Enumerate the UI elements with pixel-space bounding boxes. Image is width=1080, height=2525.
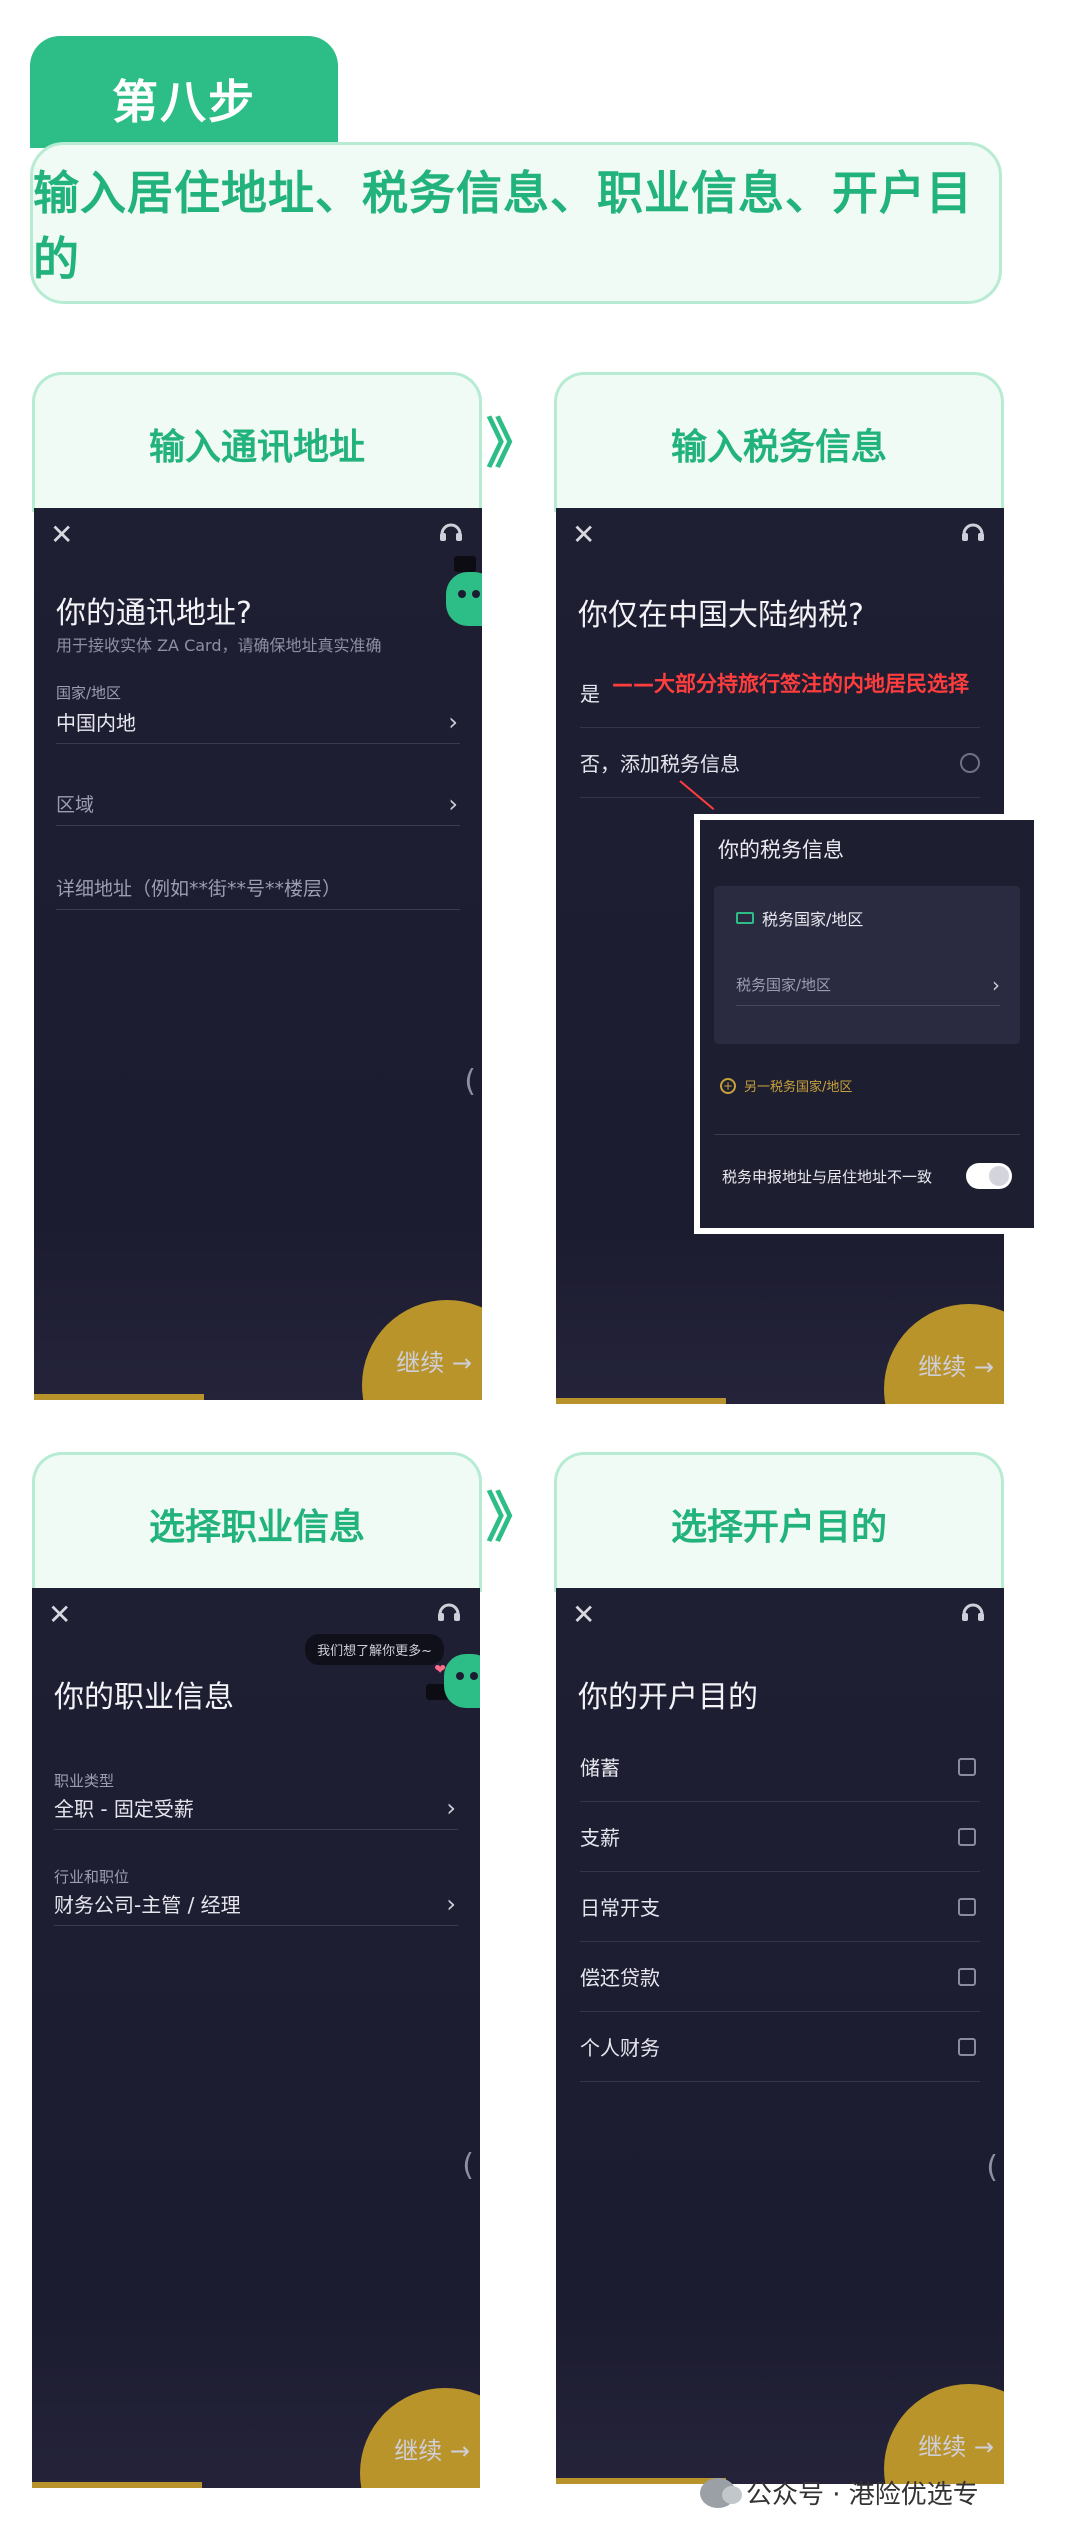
popup-title: 你的税务信息	[718, 838, 844, 862]
industry-value: 财务公司-主管 / 经理	[54, 1893, 241, 1917]
scroll-handle[interactable]: (	[464, 1064, 476, 1099]
page-subtitle: 用于接收实体 ZA Card，请确保地址真实准确	[56, 636, 382, 655]
screen-purpose: ✕ 你的开户目的 储蓄 支薪 日常开支 偿还贷款 个人财务 ( 继续 →	[556, 1588, 1004, 2484]
chevron-right-icon: ›	[448, 789, 458, 818]
job-type-field[interactable]: 全职 - 固定受薪 ›	[54, 1786, 458, 1830]
job-type-value: 全职 - 固定受薪	[54, 1797, 194, 1821]
chat-bubble: 我们想了解你更多~	[305, 1634, 444, 1665]
continue-button[interactable]: 继续 →	[918, 2427, 994, 2462]
plus-icon: +	[720, 1077, 736, 1094]
option-yes-label: 是	[580, 682, 600, 706]
double-chevron-right-icon: 》	[486, 1486, 540, 1549]
close-icon[interactable]: ✕	[572, 1598, 595, 1631]
panel-label-purpose: 选择开户目的	[554, 1452, 1004, 1592]
scroll-handle[interactable]: (	[462, 2148, 474, 2183]
progress-bar	[556, 1398, 726, 1404]
purpose-option[interactable]: 偿还贷款	[580, 1942, 980, 2012]
divider	[714, 1134, 1020, 1135]
checkbox[interactable]	[958, 2037, 976, 2056]
country-value: 中国内地	[56, 711, 136, 735]
checkbox[interactable]	[958, 1827, 976, 1846]
district-value: 区域	[56, 794, 95, 816]
scroll-handle[interactable]: (	[986, 2150, 998, 2185]
close-icon[interactable]: ✕	[48, 1598, 71, 1631]
page-title: 你仅在中国大陆纳税?	[578, 598, 864, 633]
tax-country-select[interactable]: 税务国家/地区 ›	[736, 964, 1000, 1006]
tax-country-placeholder: 税务国家/地区	[736, 976, 832, 994]
chevron-right-icon: ›	[992, 972, 1000, 997]
purpose-option[interactable]: 支薪	[580, 1802, 980, 1872]
detail-address-input[interactable]: 详细地址（例如**街**号**楼层）	[56, 866, 460, 910]
district-field[interactable]: 区域 ›	[56, 782, 460, 826]
annotation-text: ——大部分持旅行签注的内地居民选择	[612, 672, 969, 696]
purpose-option-label: 支薪	[580, 1826, 620, 1850]
option-no-label: 否，添加税务信息	[580, 752, 740, 776]
address-mismatch-row: 税务申报地址与居住地址不一致	[722, 1156, 1012, 1196]
add-tax-country-label: 另一税务国家/地区	[744, 1080, 853, 1095]
card-head: 税务国家/地区	[736, 906, 863, 930]
panel-label-occupation: 选择职业信息	[32, 1452, 482, 1592]
purpose-option-label: 个人财务	[580, 2036, 660, 2060]
checkbox[interactable]	[958, 1757, 976, 1776]
chevron-right-icon: ›	[448, 707, 458, 736]
add-tax-country-button[interactable]: + 另一税务国家/地区	[720, 1076, 852, 1095]
hat-icon	[454, 556, 476, 572]
purpose-option[interactable]: 日常开支	[580, 1872, 980, 1942]
tax-option-no[interactable]: 否，添加税务信息	[580, 728, 980, 798]
headset-icon[interactable]	[960, 520, 986, 544]
headset-icon[interactable]	[436, 1600, 462, 1624]
card-head-label: 税务国家/地区	[762, 910, 864, 929]
progress-bar	[34, 1394, 204, 1400]
mascot-icon	[444, 1654, 480, 1708]
industry-field[interactable]: 财务公司-主管 / 经理 ›	[54, 1882, 458, 1926]
purpose-option-label: 储蓄	[580, 1756, 620, 1780]
headset-icon[interactable]	[960, 1600, 986, 1624]
id-card-icon	[736, 912, 754, 924]
radio-icon[interactable]	[960, 752, 980, 773]
close-icon[interactable]: ✕	[572, 518, 595, 551]
mascot-icon	[446, 572, 482, 626]
detail-address-placeholder: 详细地址（例如**街**号**楼层）	[56, 878, 342, 900]
toggle-label: 税务申报地址与居住地址不一致	[722, 1167, 933, 1186]
panel-label-address: 输入通讯地址	[32, 372, 482, 512]
address-mismatch-toggle[interactable]	[966, 1163, 1012, 1189]
page-title: 你的职业信息	[54, 1680, 234, 1715]
purpose-option-label: 偿还贷款	[580, 1966, 660, 1990]
purpose-option[interactable]: 个人财务	[580, 2012, 980, 2082]
chevron-right-icon: ›	[446, 1889, 456, 1918]
wechat-icon	[700, 2477, 742, 2508]
continue-button[interactable]: 继续 →	[394, 2431, 470, 2466]
progress-bar	[32, 2482, 202, 2488]
tax-info-popup: 你的税务信息 税务国家/地区 税务国家/地区 › + 另一税务国家/地区 税务申…	[694, 814, 1040, 1234]
checkbox[interactable]	[958, 1967, 976, 1986]
continue-button[interactable]: 继续 →	[396, 1343, 472, 1378]
tax-country-card: 税务国家/地区 税务国家/地区 ›	[714, 886, 1020, 1044]
page-title: 你的开户目的	[578, 1680, 758, 1715]
headset-icon[interactable]	[438, 520, 464, 544]
screen-address: ✕ 你的通讯地址? 用于接收实体 ZA Card，请确保地址真实准确 国家/地区…	[34, 508, 482, 1400]
panel-label-tax: 输入税务信息	[554, 372, 1004, 512]
step-tab: 第八步	[30, 36, 338, 148]
continue-button[interactable]: 继续 →	[918, 1347, 994, 1382]
screen-occupation: ✕ 我们想了解你更多~ ❤ 你的职业信息 职业类型 全职 - 固定受薪 › 行业…	[32, 1588, 480, 2488]
step-title: 输入居住地址、税务信息、职业信息、开户目的	[30, 142, 1002, 304]
country-field[interactable]: 中国内地 ›	[56, 700, 460, 744]
purpose-option-label: 日常开支	[580, 1896, 660, 1920]
watermark-text: 公众号 · 港险优选专	[746, 2480, 979, 2510]
page-title: 你的通讯地址?	[56, 596, 252, 631]
close-icon[interactable]: ✕	[50, 518, 73, 551]
purpose-option[interactable]: 储蓄	[580, 1732, 980, 1802]
watermark: 公众号 · 港险优选专	[700, 2474, 979, 2511]
chevron-right-icon: ›	[446, 1793, 456, 1822]
checkbox[interactable]	[958, 1897, 976, 1916]
double-chevron-right-icon: 》	[486, 412, 540, 475]
